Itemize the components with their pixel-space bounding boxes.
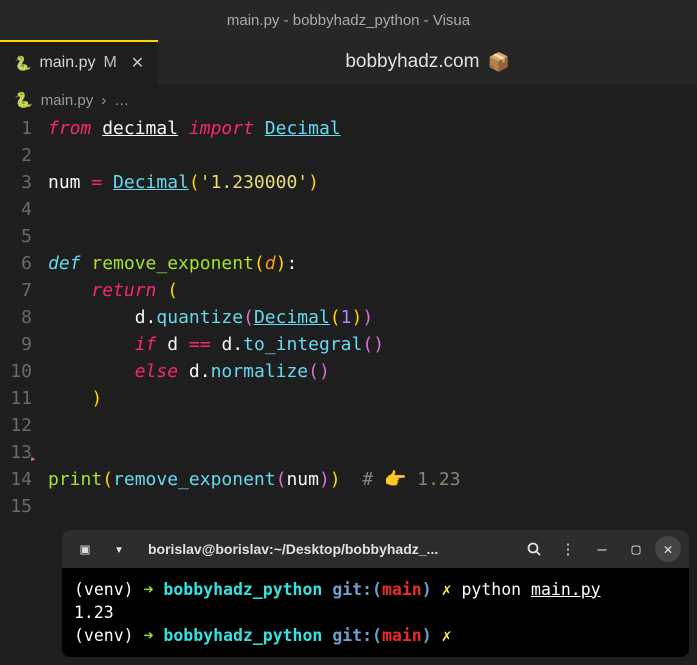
code-line: ▸ bbox=[48, 439, 697, 466]
line-number: 11 bbox=[0, 385, 32, 412]
line-number: 14 bbox=[0, 466, 32, 493]
tab-main-py[interactable]: 🐍 main.py M ✕ bbox=[0, 40, 158, 84]
terminal-line: (venv) ➜ bobbyhadz_python git:(main) ✗ bbox=[74, 624, 677, 647]
tab-modified-indicator: M bbox=[103, 54, 116, 72]
annotation-overlay: bobbyhadz.com 📦 bbox=[158, 40, 697, 84]
line-number: 3 bbox=[0, 169, 32, 196]
menu-icon[interactable]: ⋮ bbox=[553, 534, 583, 564]
close-icon[interactable]: ✕ bbox=[125, 53, 144, 73]
editor[interactable]: 1 2 3 4 5 6 7 8 9 10 11 12 13 14 15 from… bbox=[0, 115, 697, 520]
code-line: print(remove_exponent(num)) # 👉️ 1.23 bbox=[48, 466, 697, 493]
code-line bbox=[48, 196, 697, 223]
code-line: if d == d.to_integral() bbox=[48, 331, 697, 358]
line-number: 6 bbox=[0, 250, 32, 277]
minimize-icon[interactable]: — bbox=[587, 534, 617, 564]
cube-icon: 📦 bbox=[487, 52, 509, 73]
terminal-line: (venv) ➜ bobbyhadz_python git:(main) ✗ p… bbox=[74, 578, 677, 601]
close-icon[interactable]: ✕ bbox=[655, 536, 681, 562]
code-line: d.quantize(Decimal(1)) bbox=[48, 304, 697, 331]
code-line: return ( bbox=[48, 277, 697, 304]
breadcrumb[interactable]: 🐍 main.py › … bbox=[0, 85, 697, 115]
search-icon[interactable] bbox=[519, 534, 549, 564]
code-line: ) bbox=[48, 385, 697, 412]
line-number: 7 bbox=[0, 277, 32, 304]
line-number: 4 bbox=[0, 196, 32, 223]
tab-bar: 🐍 main.py M ✕ bobbyhadz.com 📦 bbox=[0, 40, 697, 85]
terminal-body[interactable]: (venv) ➜ bobbyhadz_python git:(main) ✗ p… bbox=[62, 568, 689, 657]
terminal-panel: ▣ ▾ borislav@borislav:~/Desktop/bobbyhad… bbox=[62, 530, 689, 657]
line-number: 15 bbox=[0, 493, 32, 520]
terminal-title: borislav@borislav:~/Desktop/bobbyhadz_..… bbox=[138, 541, 515, 557]
dropdown-icon[interactable]: ▾ bbox=[104, 534, 134, 564]
tab-filename: main.py bbox=[39, 54, 95, 72]
new-tab-button[interactable]: ▣ bbox=[70, 534, 100, 564]
code-line: num = Decimal('1.230000') bbox=[48, 169, 697, 196]
line-number: 8 bbox=[0, 304, 32, 331]
line-number: 9 bbox=[0, 331, 32, 358]
code-line bbox=[48, 223, 697, 250]
code-line: from decimal import Decimal bbox=[48, 115, 697, 142]
terminal-titlebar: ▣ ▾ borislav@borislav:~/Desktop/bobbyhad… bbox=[62, 530, 689, 568]
breadcrumb-separator: › bbox=[101, 92, 106, 109]
line-number: 12 bbox=[0, 412, 32, 439]
fold-indicator-icon[interactable]: ▸ bbox=[30, 445, 37, 472]
line-number: 5 bbox=[0, 223, 32, 250]
python-file-icon: 🐍 bbox=[14, 55, 31, 72]
python-file-icon: 🐍 bbox=[14, 91, 33, 109]
maximize-icon[interactable]: ▢ bbox=[621, 534, 651, 564]
line-number: 2 bbox=[0, 142, 32, 169]
line-number: 13 bbox=[0, 439, 32, 466]
code-line bbox=[48, 412, 697, 439]
line-number: 10 bbox=[0, 358, 32, 385]
title-bar: main.py - bobbyhadz_python - Visua bbox=[0, 0, 697, 40]
code-line: def remove_exponent(d): bbox=[48, 250, 697, 277]
code-line bbox=[48, 142, 697, 169]
breadcrumb-file: main.py bbox=[41, 92, 94, 109]
window-title: main.py - bobbyhadz_python - Visua bbox=[227, 12, 470, 29]
annotation-text: bobbyhadz.com bbox=[345, 51, 479, 73]
code-line: else d.normalize() bbox=[48, 358, 697, 385]
terminal-line: 1.23 bbox=[74, 601, 677, 624]
code-line bbox=[48, 493, 697, 520]
line-number: 1 bbox=[0, 115, 32, 142]
breadcrumb-rest: … bbox=[114, 92, 129, 109]
code-area[interactable]: from decimal import Decimal num = Decima… bbox=[40, 115, 697, 520]
